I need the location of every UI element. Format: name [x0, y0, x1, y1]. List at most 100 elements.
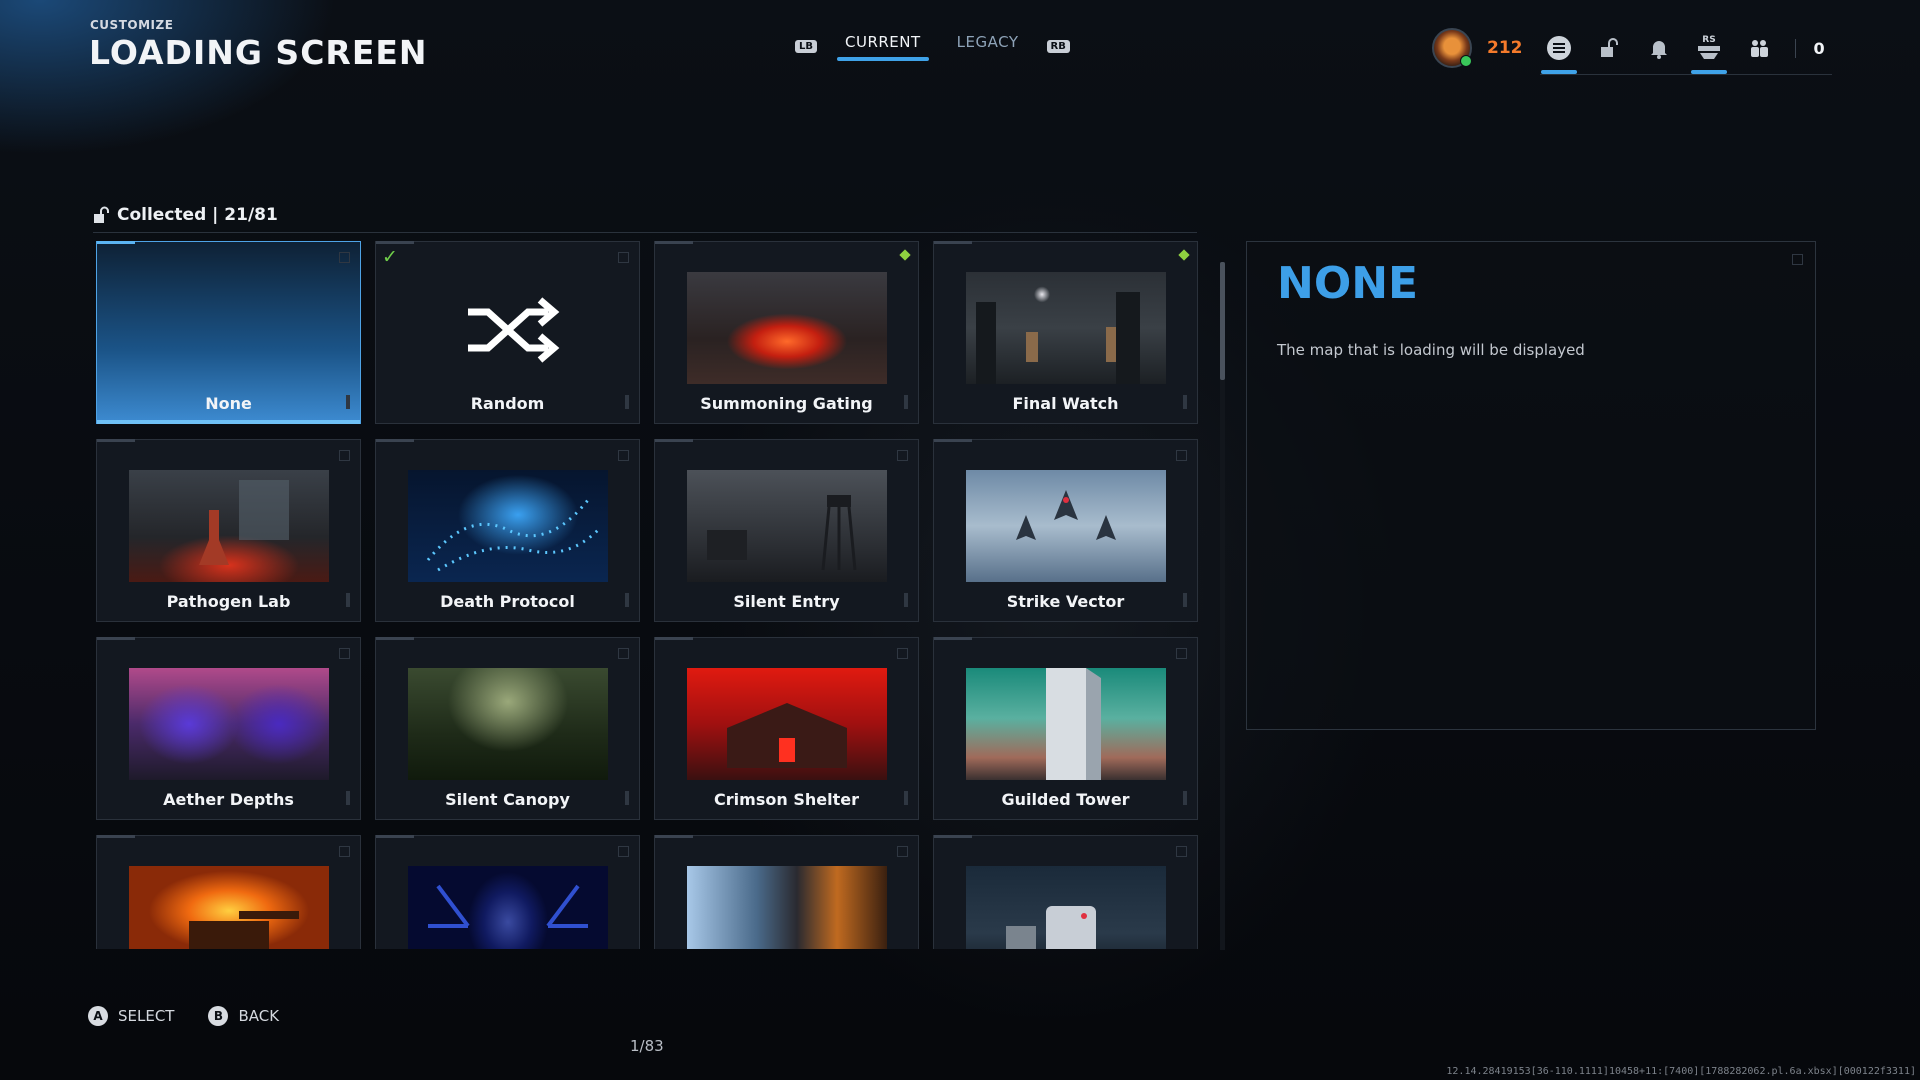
- loading-screen-card-crimson-shelter[interactable]: Crimson Shelter: [654, 637, 919, 820]
- loading-screen-card[interactable]: [933, 835, 1198, 949]
- rb-bumper-icon[interactable]: RB: [1046, 39, 1070, 53]
- collection-label: Collected | 21/81: [117, 205, 278, 225]
- loading-screen-card[interactable]: [375, 835, 640, 949]
- page-subtitle: CUSTOMIZE: [90, 18, 174, 32]
- page-counter: 1/83: [630, 1037, 664, 1055]
- corner-mark: [897, 648, 908, 659]
- loading-screen-card-aether-depths[interactable]: Aether Depths: [96, 637, 361, 820]
- points-count: 212: [1487, 38, 1523, 58]
- thumbnail-silent-entry: [687, 470, 887, 582]
- card-label: None: [205, 394, 252, 413]
- thumbnail-pathogen-lab: [129, 470, 329, 582]
- loading-screen-card[interactable]: [654, 835, 919, 949]
- party-icon[interactable]: [1745, 34, 1773, 62]
- card-label: Death Protocol: [440, 592, 575, 611]
- shuffle-icon: [408, 272, 608, 384]
- loading-screen-card-summoning-gating[interactable]: Summoning Gating: [654, 241, 919, 424]
- select-prompt[interactable]: A SELECT: [88, 1006, 174, 1026]
- thumbnail-summoning-gating: [687, 272, 887, 384]
- side-mark: [1183, 791, 1187, 805]
- select-label: SELECT: [118, 1007, 175, 1025]
- loading-screen-card-pathogen-lab[interactable]: Pathogen Lab: [96, 439, 361, 622]
- side-mark: [1183, 593, 1187, 607]
- build-version: 12.14.28419153[36-110.1111]10458+11:[740…: [1446, 1066, 1916, 1077]
- player-avatar[interactable]: [1432, 28, 1472, 68]
- corner-mark: [1176, 450, 1187, 461]
- online-status-icon: [1460, 55, 1472, 67]
- loading-screen-card-final-watch[interactable]: Final Watch: [933, 241, 1198, 424]
- loading-screen-card-random[interactable]: ✓ Random: [375, 241, 640, 424]
- corner-mark: [339, 846, 350, 857]
- corner-mark: [1176, 846, 1187, 857]
- unlock-icon[interactable]: [1595, 34, 1623, 62]
- thumbnail-death-protocol: [408, 470, 608, 582]
- grid-scrollbar-thumb[interactable]: [1220, 262, 1225, 380]
- thumbnail-final-watch: [966, 272, 1166, 384]
- corner-mark: [897, 450, 908, 461]
- button-prompts: A SELECT B BACK: [88, 1006, 279, 1026]
- side-mark: [904, 593, 908, 607]
- thumbnail-strike-vector: [966, 470, 1166, 582]
- thumbnail-guilded-tower: [966, 668, 1166, 780]
- corner-mark: [339, 252, 350, 263]
- thumbnail-silent-canopy: [408, 668, 608, 780]
- page-title: LOADING SCREEN: [89, 33, 428, 72]
- rs-stack-icon[interactable]: RS: [1690, 34, 1727, 74]
- top-status-bar: 212 RS 0: [1432, 28, 1825, 74]
- side-mark: [346, 395, 350, 409]
- tab-current[interactable]: CURRENT: [837, 31, 929, 61]
- lb-bumper-icon[interactable]: LB: [795, 39, 817, 53]
- corner-mark: [339, 450, 350, 461]
- loading-screen-card-none[interactable]: None: [96, 241, 361, 424]
- loading-screen-card-silent-canopy[interactable]: Silent Canopy: [375, 637, 640, 820]
- rs-label: RS: [1702, 35, 1715, 45]
- loading-screen-card[interactable]: [96, 835, 361, 949]
- unlock-icon: [94, 206, 109, 223]
- menu-icon[interactable]: [1540, 34, 1577, 74]
- detail-title: NONE: [1277, 258, 1419, 309]
- loading-screen-card-death-protocol[interactable]: Death Protocol: [375, 439, 640, 622]
- thumbnail-robot: [966, 866, 1166, 949]
- corner-mark: [1176, 648, 1187, 659]
- card-label: Silent Entry: [733, 592, 840, 611]
- back-prompt[interactable]: B BACK: [208, 1006, 279, 1026]
- corner-mark: [618, 648, 629, 659]
- card-label: Random: [470, 394, 545, 413]
- thumbnail-blue-grid: [408, 866, 608, 949]
- side-mark: [904, 395, 908, 409]
- side-mark: [904, 791, 908, 805]
- tab-legacy[interactable]: LEGACY: [949, 31, 1027, 61]
- loading-screen-card-strike-vector[interactable]: Strike Vector: [933, 439, 1198, 622]
- b-button-icon: B: [208, 1006, 229, 1026]
- card-label: Final Watch: [1012, 394, 1119, 413]
- tab-bar: LB CURRENT LEGACY RB: [795, 30, 1070, 62]
- card-label: Crimson Shelter: [714, 790, 859, 809]
- side-mark: [625, 395, 629, 409]
- bell-icon[interactable]: [1645, 34, 1673, 62]
- thumbnail-split-scene: [687, 866, 887, 949]
- detail-description: The map that is loading will be displaye…: [1277, 341, 1585, 359]
- corner-mark: [897, 846, 908, 857]
- card-label: Silent Canopy: [445, 790, 570, 809]
- corner-mark: [1792, 254, 1803, 265]
- card-label: Strike Vector: [1006, 592, 1125, 611]
- thumbnail-crimson-shelter: [687, 668, 887, 780]
- loading-screen-card-guilded-tower[interactable]: Guilded Tower: [933, 637, 1198, 820]
- thumbnail-aether-depths: [129, 668, 329, 780]
- side-mark: [1183, 395, 1187, 409]
- loading-screen-grid: None ✓ Random Summoning Gating Final Wat…: [96, 241, 1200, 949]
- side-mark: [346, 593, 350, 607]
- side-mark: [625, 791, 629, 805]
- collection-divider: [93, 232, 1197, 233]
- a-button-icon: A: [88, 1006, 108, 1026]
- card-label: Aether Depths: [163, 790, 294, 809]
- loading-screen-card-silent-entry[interactable]: Silent Entry: [654, 439, 919, 622]
- corner-mark: [618, 846, 629, 857]
- new-badge-icon: [1178, 249, 1190, 261]
- corner-mark: [618, 450, 629, 461]
- new-badge-icon: [899, 249, 911, 261]
- topbar-divider: [1540, 74, 1832, 75]
- collection-counter: Collected | 21/81: [93, 205, 278, 225]
- card-label: Pathogen Lab: [166, 592, 291, 611]
- party-count: 0: [1794, 38, 1825, 58]
